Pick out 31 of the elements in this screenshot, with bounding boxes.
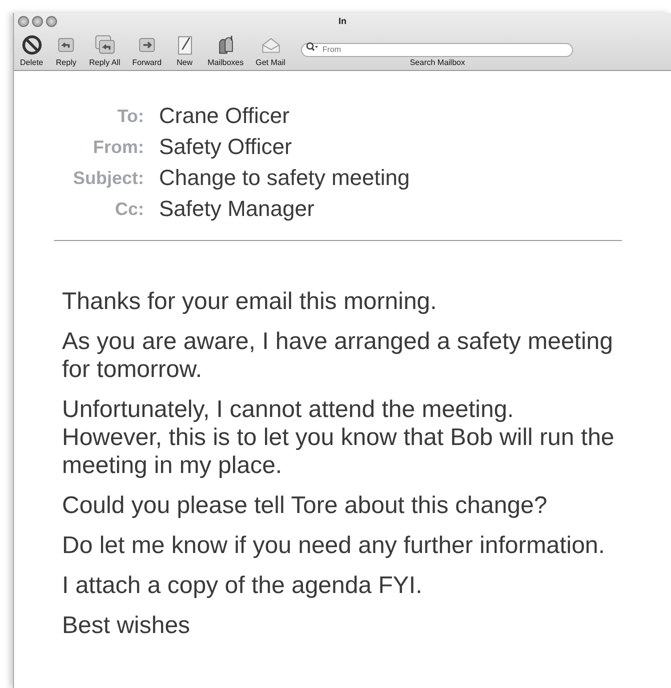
body-paragraph: Unfortunately, I cannot attend the meeting. However, this is to let you know that Bob will run the meeting in my place. <box>62 396 616 480</box>
zoom-button[interactable] <box>46 16 57 26</box>
header-value: Safety Manager <box>159 196 316 222</box>
window-title: In <box>338 16 346 26</box>
header-value: Safety Officer <box>159 134 293 160</box>
body-paragraph: I attach a copy of the agenda FYI. <box>62 572 424 600</box>
toolbar-button[interactable]: Reply All <box>83 34 126 67</box>
search-label: Search Mailbox <box>410 58 465 67</box>
body-paragraph: Do let me know if you need any further information. <box>62 532 606 560</box>
body-paragraph: Best wishes <box>62 612 192 640</box>
body-paragraph: As you are aware, I have arranged a safety meeting for tomorrow. <box>62 328 614 384</box>
toolbar-button[interactable]: Mailboxes <box>202 34 250 67</box>
header-label: From: <box>92 136 144 159</box>
header-label: To: <box>116 105 144 128</box>
toolbar-button[interactable]: Forward <box>126 34 168 67</box>
header-value: Change to safety meeting <box>159 165 410 191</box>
toolbar-button[interactable]: New <box>168 34 202 67</box>
no-entry-icon <box>20 34 43 56</box>
toolbar-button[interactable]: Reply <box>49 34 84 67</box>
header-label: Cc: <box>114 198 144 221</box>
header-label: Subject: <box>72 167 144 190</box>
body-paragraph: Thanks for your email this morning. <box>62 288 438 316</box>
minimize-button[interactable] <box>32 16 43 26</box>
close-button[interactable] <box>18 16 29 26</box>
body-paragraph: Could you please tell Tore about this change? <box>62 492 548 520</box>
toolbar-button[interactable]: Delete <box>14 34 50 67</box>
search-field[interactable]: From <box>301 42 574 56</box>
search-icon <box>306 42 318 50</box>
header-value: Crane Officer <box>159 103 290 129</box>
toolbar-button[interactable]: Get Mail <box>250 34 292 67</box>
reply-all-icon <box>94 34 116 56</box>
